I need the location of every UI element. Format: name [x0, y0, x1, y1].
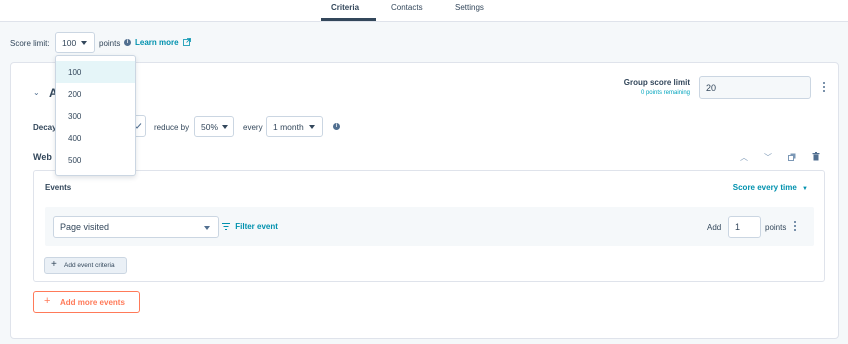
group-score-limit-value: 20	[706, 83, 717, 93]
chevron-up-icon[interactable]: ︿	[740, 152, 748, 163]
add-more-events-label: Add more events	[60, 298, 125, 307]
event-type-value: Page visited	[60, 222, 110, 232]
score-limit-label: Score limit:	[10, 39, 50, 48]
learn-more-link[interactable]: Learn more	[135, 38, 191, 47]
decay-period-select[interactable]: 1 month	[266, 116, 323, 137]
external-link-icon	[182, 38, 191, 46]
add-event-criteria-label: Add event criteria	[64, 262, 115, 269]
caret-down-icon	[222, 125, 228, 129]
points-remaining: 0 points remaining	[640, 90, 690, 96]
caret-down-icon	[81, 41, 87, 45]
tab-criteria[interactable]: Criteria	[331, 3, 359, 12]
info-icon[interactable]: i	[333, 123, 340, 130]
event-points-input[interactable]: 1	[728, 216, 761, 238]
info-icon[interactable]: i	[124, 39, 131, 46]
caret-down-icon	[309, 125, 315, 129]
learn-more-label: Learn more	[135, 38, 179, 47]
dropdown-option-300[interactable]: 300	[56, 105, 135, 127]
reduce-by-label: reduce by	[154, 123, 190, 132]
trash-icon[interactable]	[812, 152, 820, 161]
decay-label: Decay	[33, 123, 57, 132]
group-more-icon[interactable]	[821, 82, 827, 96]
dropdown-option-200[interactable]: 200	[56, 83, 135, 105]
add-event-criteria-button[interactable]: + Add event criteria	[44, 257, 127, 274]
active-tab-indicator	[321, 18, 376, 21]
event-more-icon[interactable]	[792, 221, 798, 235]
group-score-limit-input[interactable]: 20	[699, 76, 811, 99]
chevron-down-icon[interactable]: ﹀	[764, 152, 772, 163]
filter-icon	[222, 223, 230, 230]
score-limit-select[interactable]: 100	[55, 32, 95, 53]
dropdown-option-500[interactable]: 500	[56, 149, 135, 171]
decay-period-value: 1 month	[273, 122, 304, 132]
event-points-value: 1	[735, 222, 741, 232]
add-more-events-button[interactable]: + Add more events	[33, 291, 140, 313]
every-label: every	[243, 123, 263, 132]
event-type-select[interactable]: Page visited	[53, 216, 219, 238]
points-suffix-label: points	[765, 223, 787, 232]
score-mode-value: Score every time	[732, 183, 797, 192]
score-limit-value: 100	[62, 38, 77, 48]
dropdown-option-400[interactable]: 400	[56, 127, 135, 149]
plus-icon: +	[51, 259, 57, 270]
decay-percent-select[interactable]: 50%	[194, 116, 234, 137]
filter-event-button[interactable]: Filter event	[222, 222, 278, 231]
events-title: Events	[45, 183, 72, 192]
clone-icon[interactable]	[788, 153, 796, 161]
score-limit-dropdown-menu: 100 200 300 400 500	[55, 55, 136, 176]
tab-bar: Criteria Contacts Settings	[0, 0, 848, 22]
dropdown-option-100[interactable]: 100	[56, 61, 135, 83]
tab-contacts[interactable]: Contacts	[391, 3, 423, 12]
plus-icon: +	[44, 295, 51, 307]
points-label: points	[99, 39, 121, 48]
filter-event-label: Filter event	[235, 222, 278, 231]
tab-settings[interactable]: Settings	[455, 3, 484, 12]
add-points-label: Add	[707, 223, 722, 232]
collapse-chevron-icon[interactable]: ⌄	[33, 88, 40, 97]
group-score-limit-label: Group score limit	[623, 78, 690, 87]
web-section-title: Web	[33, 152, 52, 162]
caret-down-icon: ▼	[802, 186, 808, 192]
caret-down-icon	[204, 226, 210, 230]
score-mode-select[interactable]: Score every time ▼	[700, 183, 808, 192]
decay-percent-value: 50%	[201, 122, 219, 132]
